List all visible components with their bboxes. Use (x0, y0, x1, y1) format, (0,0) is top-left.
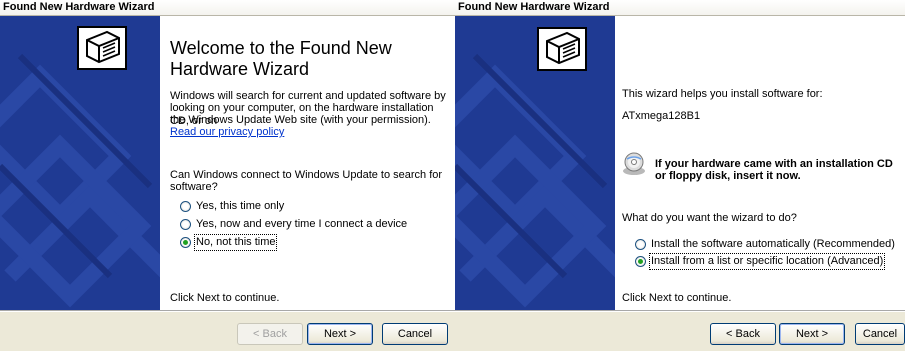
question-text: What do you want the wizard to do? (622, 212, 797, 224)
next-button[interactable]: Next > (307, 323, 373, 345)
intro-text: This wizard helps you install software f… (622, 88, 823, 100)
cd-disk-icon (622, 152, 646, 176)
radio-no-not-this-time[interactable] (180, 237, 191, 248)
radio-label-yes-this-time[interactable]: Yes, this time only (196, 200, 284, 213)
window-title: Found New Hardware Wizard (455, 0, 905, 16)
cancel-button[interactable]: Cancel (855, 323, 905, 345)
wizard-heading-line1: Welcome to the Found New (170, 38, 392, 58)
cancel-button[interactable]: Cancel (382, 323, 448, 345)
footer-text: Click Next to continue. (622, 292, 732, 304)
cd-instruction-line2: or floppy disk, insert it now. (655, 170, 801, 182)
radio-yes-this-time[interactable] (180, 201, 191, 212)
window-title: Found New Hardware Wizard (0, 0, 455, 16)
back-button[interactable]: < Back (237, 323, 303, 345)
question-line: software? (170, 181, 218, 193)
device-name: ATxmega128B1 (622, 110, 701, 122)
back-button[interactable]: < Back (710, 323, 776, 345)
hardware-box-icon (537, 27, 587, 71)
wizard-sidebar-graphic (455, 16, 615, 310)
wizard-window-right: Found New Hardware Wizard This wizard he… (455, 0, 905, 351)
next-button[interactable]: Next > (779, 323, 845, 345)
privacy-policy-link[interactable]: Read our privacy policy (170, 126, 284, 139)
radio-label-yes-every-time[interactable]: Yes, now and every time I connect a devi… (196, 218, 407, 231)
radio-install-from-list[interactable] (635, 256, 646, 267)
radio-label-install-automatically[interactable]: Install the software automatically (Reco… (651, 238, 895, 251)
radio-label-install-from-list[interactable]: Install from a list or specific location… (648, 253, 886, 270)
wizard-window-left: Found New Hardware Wizard Welcome to the… (0, 0, 455, 351)
radio-install-automatically[interactable] (635, 239, 646, 250)
wizard-heading-line2: Hardware Wizard (170, 59, 310, 79)
divider (0, 311, 455, 312)
footer-text: Click Next to continue. (170, 292, 280, 304)
radio-label-no-not-this-time[interactable]: No, not this time (193, 234, 278, 251)
radio-yes-every-time[interactable] (180, 219, 191, 230)
divider (455, 311, 905, 312)
hardware-box-icon (77, 26, 127, 70)
